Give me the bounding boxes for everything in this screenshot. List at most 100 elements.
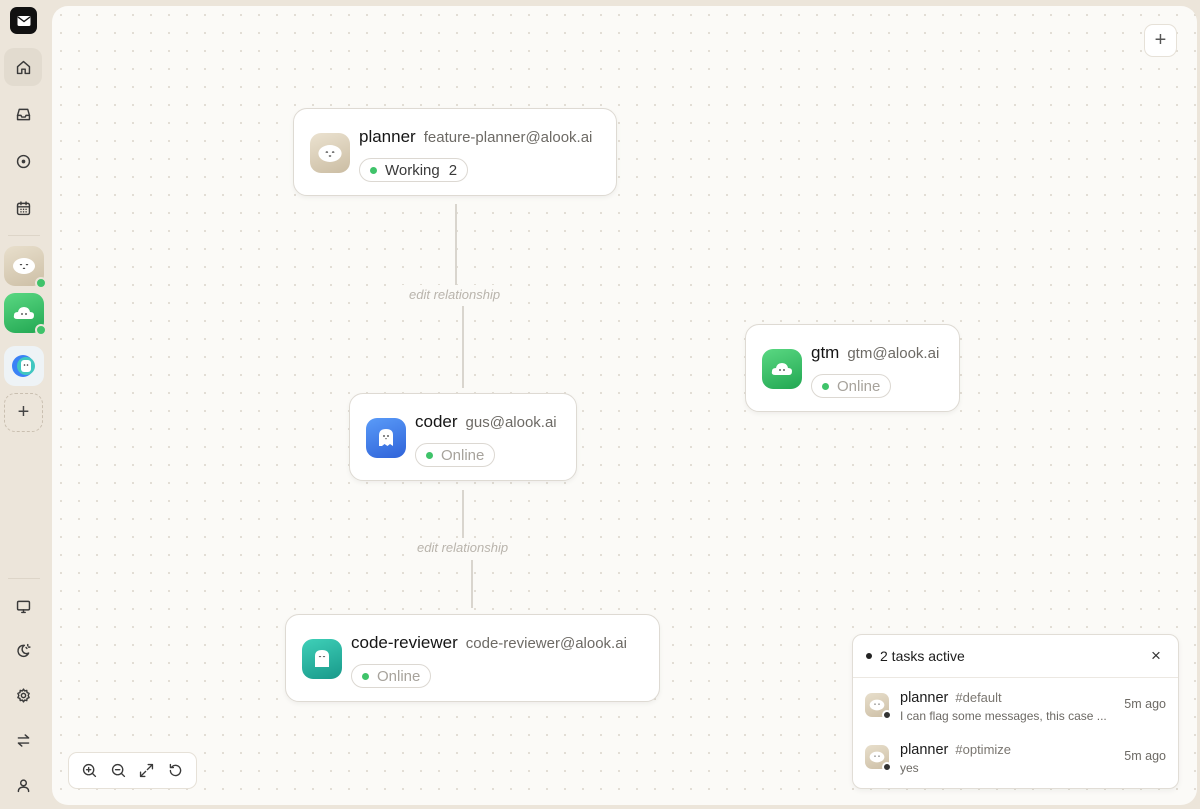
ghost-icon <box>315 650 329 667</box>
user-icon <box>17 778 29 792</box>
zoom-controls <box>68 752 197 789</box>
nav-home-button[interactable] <box>4 48 42 86</box>
status-dot <box>882 762 892 772</box>
add-agent-button[interactable]: + <box>4 393 43 432</box>
agent-node-planner[interactable]: planner feature-planner@alook.ai Working… <box>293 108 617 196</box>
status-badge: Online <box>415 443 496 467</box>
plus-icon: + <box>1154 29 1167 51</box>
monitor-icon <box>16 600 30 613</box>
status-text: Online <box>837 377 881 395</box>
nav-activity-button[interactable] <box>4 142 42 180</box>
task-time: 5m ago <box>1124 697 1166 711</box>
zoom-in-button[interactable] <box>76 758 102 784</box>
agent-email: gtm@alook.ai <box>847 345 940 362</box>
switch-button[interactable] <box>4 721 42 759</box>
task-message: I can flag some messages, this case ... <box>900 709 1107 723</box>
swap-icon <box>17 733 29 747</box>
status-text: Working <box>385 161 440 179</box>
agent-name: coder <box>415 412 458 431</box>
task-message: yes <box>900 761 919 775</box>
status-dot <box>426 451 433 459</box>
sidebar-divider <box>8 235 40 236</box>
agent-node-code-reviewer[interactable]: code-reviewer code-reviewer@alook.ai Onl… <box>285 614 660 702</box>
close-icon[interactable]: × <box>1147 646 1165 666</box>
nav-inbox-button[interactable] <box>4 95 42 133</box>
settings-button[interactable] <box>4 676 42 714</box>
status-dot <box>822 382 829 390</box>
agent-node-coder[interactable]: coder gus@alook.ai Online <box>349 393 577 481</box>
active-tasks-panel: 2 tasks active × planner #default I can … <box>852 634 1179 789</box>
online-indicator <box>35 324 47 336</box>
app-logo[interactable] <box>10 7 37 34</box>
agent-avatar <box>310 133 350 173</box>
task-agent: planner <box>900 742 949 758</box>
sidebar-agent-coder[interactable] <box>4 346 44 386</box>
tasks-title: 2 tasks active <box>880 648 965 664</box>
sidebar: + <box>0 0 48 809</box>
sidebar-agent-gtm[interactable] <box>4 293 47 336</box>
edge-line <box>462 306 464 388</box>
agent-name: gtm <box>811 343 840 362</box>
fit-view-icon <box>140 763 154 778</box>
sidebar-divider <box>8 578 40 579</box>
face-icon <box>869 751 885 763</box>
active-indicator <box>866 653 872 659</box>
agent-canvas[interactable]: + edit relationship edit relationship pl… <box>52 6 1197 805</box>
reset-view-button[interactable] <box>163 758 189 784</box>
plus-icon: + <box>17 401 30 423</box>
edge-line <box>462 490 464 538</box>
task-channel: #optimize <box>955 742 1012 757</box>
mail-icon <box>17 15 30 26</box>
task-agent: planner <box>900 690 949 706</box>
task-count: 2 <box>448 161 458 179</box>
status-badge: Working 2 <box>359 158 469 182</box>
task-item[interactable]: planner #default I can flag some message… <box>853 678 1178 730</box>
cloud-icon <box>771 363 792 375</box>
fit-view-button[interactable] <box>134 758 160 784</box>
add-node-button[interactable]: + <box>1144 24 1177 57</box>
face-icon <box>869 699 885 711</box>
reset-icon <box>169 763 182 777</box>
display-button[interactable] <box>4 587 42 625</box>
zoom-out-icon <box>111 763 125 778</box>
inbox-icon <box>16 108 30 120</box>
task-channel: #default <box>955 690 1002 705</box>
task-time: 5m ago <box>1124 749 1166 763</box>
profile-button[interactable] <box>4 766 42 804</box>
agent-name: code-reviewer <box>351 633 458 652</box>
agent-email: code-reviewer@alook.ai <box>465 635 627 652</box>
status-text: Online <box>441 446 485 464</box>
agent-email: feature-planner@alook.ai <box>423 129 593 146</box>
status-dot <box>882 710 892 720</box>
agent-email: gus@alook.ai <box>465 414 557 431</box>
face-icon <box>318 144 342 162</box>
edge-line <box>455 204 457 288</box>
edge-line <box>471 560 473 608</box>
theme-button[interactable] <box>4 631 42 669</box>
agent-avatar <box>762 349 802 389</box>
agent-avatar <box>366 418 406 458</box>
agent-avatar <box>302 639 342 679</box>
circle-dot-icon <box>16 154 30 168</box>
face-icon <box>13 258 35 274</box>
edge-relationship-label[interactable]: edit relationship <box>401 285 509 304</box>
status-dot <box>362 672 369 680</box>
cloud-icon <box>13 307 35 319</box>
ghost-icon <box>12 355 35 377</box>
nav-calendar-button[interactable] <box>4 189 42 227</box>
zoom-out-button[interactable] <box>105 758 131 784</box>
status-badge: Online <box>811 374 892 398</box>
agent-name: planner <box>359 127 416 146</box>
calendar-icon <box>16 200 30 215</box>
online-indicator <box>35 277 47 289</box>
edge-relationship-label[interactable]: edit relationship <box>409 538 517 557</box>
gear-icon <box>16 687 30 703</box>
sidebar-agent-planner[interactable] <box>4 246 47 289</box>
status-dot <box>370 166 377 174</box>
home-icon <box>16 60 30 74</box>
status-text: Online <box>377 667 421 685</box>
task-item[interactable]: planner #optimize yes 5m ago <box>853 730 1178 782</box>
ghost-icon <box>379 429 393 446</box>
zoom-in-icon <box>82 763 97 778</box>
agent-node-gtm[interactable]: gtm gtm@alook.ai Online <box>745 324 960 412</box>
